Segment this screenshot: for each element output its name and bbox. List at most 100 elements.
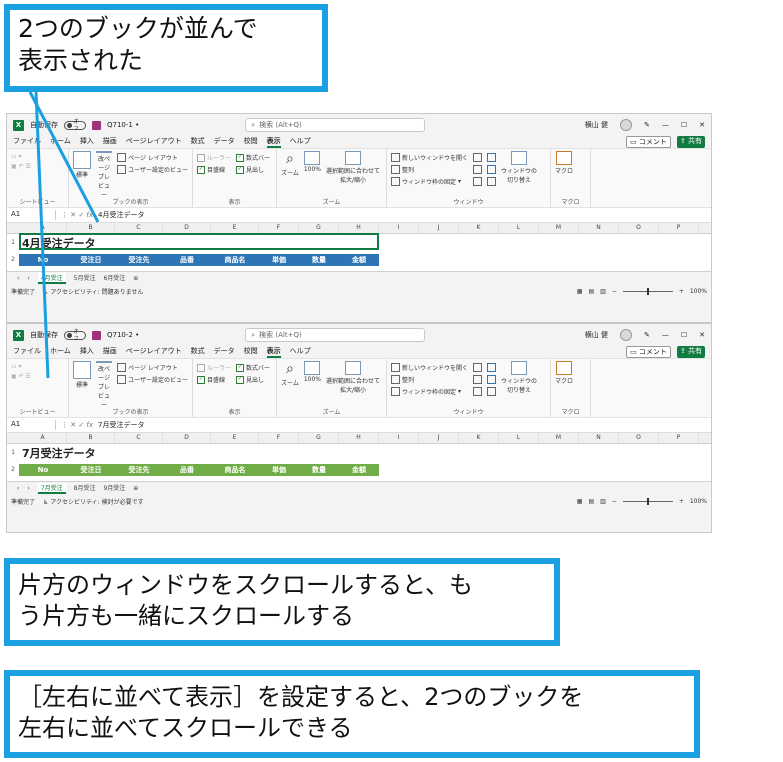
column-header[interactable]: D: [163, 433, 211, 443]
sheet-tab[interactable]: 5月受注: [74, 273, 96, 284]
normal-view-status-icon[interactable]: ▦: [577, 288, 583, 295]
menu-tab[interactable]: ファイル: [13, 346, 41, 358]
table-header-cell[interactable]: 数量: [299, 463, 339, 476]
menu-tab[interactable]: ページレイアウト: [126, 136, 182, 148]
column-header[interactable]: I: [379, 433, 419, 443]
menu-tab[interactable]: 描画: [103, 346, 117, 358]
pen-icon[interactable]: ✎: [644, 331, 650, 339]
zoom-100-button[interactable]: 100%: [304, 151, 321, 198]
comment-button[interactable]: ▭ コメント: [626, 346, 671, 358]
select-all-corner[interactable]: [7, 433, 19, 443]
column-header[interactable]: H: [339, 223, 379, 233]
maximize-icon[interactable]: ☐: [681, 331, 687, 339]
table-header-cell[interactable]: 受注日: [67, 463, 115, 476]
menu-tab[interactable]: 表示: [266, 346, 281, 358]
avatar[interactable]: [619, 329, 632, 341]
save-icon[interactable]: [92, 330, 101, 340]
tab-scroll-left-icon[interactable]: ‹: [17, 485, 19, 492]
sheetview-icons[interactable]: ▣ ↶ ☰: [11, 163, 31, 170]
worksheet-grid[interactable]: ABCDEFGHIJKLMNOP 1 4月受注データ 2 No 受注日 受注先 品番商…: [7, 223, 711, 271]
column-header[interactable]: M: [539, 433, 579, 443]
zoom-in-icon[interactable]: +: [679, 288, 684, 295]
normal-view-button[interactable]: 標準: [73, 151, 91, 198]
column-header[interactable]: M: [539, 223, 579, 233]
menu-tab[interactable]: 挿入: [80, 346, 94, 358]
close-icon[interactable]: ✕: [699, 121, 705, 129]
zoom-slider[interactable]: [622, 497, 673, 505]
zoom-slider-thumb[interactable]: [646, 497, 649, 505]
headings-checkbox[interactable]: ✓ 見出し: [236, 375, 270, 384]
zoom-slider[interactable]: [622, 287, 673, 295]
arrange-button[interactable]: 整列: [391, 165, 468, 174]
user-view-button[interactable]: ユーザー設定のビュー: [117, 375, 188, 384]
name-box[interactable]: A1: [11, 210, 56, 220]
autosave-toggle[interactable]: オフ: [64, 119, 86, 132]
table-header-cell[interactable]: 単価: [259, 253, 299, 266]
name-box[interactable]: A1: [11, 420, 56, 430]
column-header[interactable]: I: [379, 223, 419, 233]
column-header[interactable]: L: [499, 223, 539, 233]
formula-input[interactable]: 7月受注データ: [98, 420, 144, 430]
table-header-cell[interactable]: 品番: [163, 253, 211, 266]
sheetview-dropdown[interactable]: ▭ ▾: [11, 153, 31, 160]
menu-tab[interactable]: データ: [214, 136, 235, 148]
column-header[interactable]: N: [579, 433, 619, 443]
column-header[interactable]: B: [67, 433, 115, 443]
ruler-checkbox[interactable]: ルーラー: [197, 363, 231, 372]
menu-tab[interactable]: 挿入: [80, 136, 94, 148]
hide-button[interactable]: [473, 165, 483, 174]
table-header-cell[interactable]: No: [19, 253, 67, 266]
formulabar-checkbox[interactable]: ✓ 数式バー: [236, 363, 270, 372]
save-icon[interactable]: [92, 120, 101, 130]
column-header[interactable]: P: [659, 223, 699, 233]
search-box[interactable]: ⌕ 検索 (Alt+Q): [245, 328, 426, 342]
reset-position-button[interactable]: [487, 177, 497, 186]
column-header[interactable]: H: [339, 433, 379, 443]
ruler-checkbox[interactable]: ルーラー: [197, 153, 231, 162]
menu-tab[interactable]: ヘルプ: [290, 346, 311, 358]
split-button[interactable]: [473, 363, 483, 372]
freeze-panes-button[interactable]: ウィンドウ枠の固定 ▾: [391, 387, 468, 396]
side-by-side-button[interactable]: [487, 153, 497, 162]
table-header-cell[interactable]: 商品名: [211, 463, 259, 476]
close-icon[interactable]: ✕: [699, 331, 705, 339]
page-layout-button[interactable]: ページ レイアウト: [117, 153, 188, 162]
table-header-cell[interactable]: 品番: [163, 463, 211, 476]
add-sheet-icon[interactable]: ⊕: [133, 275, 138, 282]
worksheet-grid[interactable]: ABCDEFGHIJKLMNOP 1 7月受注データ 2 No 受注日 受注先 品番商…: [7, 433, 711, 481]
accessibility-status[interactable]: ♿ アクセシビリティ: 検討が必要です: [43, 497, 144, 506]
zoom-button[interactable]: ⌕ ズーム: [281, 151, 299, 198]
reset-position-button[interactable]: [487, 387, 497, 396]
unhide-button[interactable]: [473, 177, 483, 186]
unhide-button[interactable]: [473, 387, 483, 396]
pagebreak-status-icon[interactable]: ▥: [600, 288, 606, 295]
maximize-icon[interactable]: ☐: [681, 121, 687, 129]
column-header[interactable]: K: [459, 433, 499, 443]
select-all-corner[interactable]: [7, 223, 19, 233]
freeze-panes-button[interactable]: ウィンドウ枠の固定 ▾: [391, 177, 468, 186]
column-header[interactable]: L: [499, 433, 539, 443]
column-header[interactable]: K: [459, 223, 499, 233]
autosave-toggle[interactable]: オフ: [64, 329, 86, 342]
tab-scroll-right-icon[interactable]: ›: [27, 485, 29, 492]
menu-tab[interactable]: 校閲: [244, 136, 258, 148]
add-sheet-icon[interactable]: ⊕: [133, 485, 138, 492]
column-header[interactable]: F: [259, 223, 299, 233]
minimize-icon[interactable]: —: [662, 121, 669, 129]
sheetview-icons[interactable]: ▣ ↶ ☰: [11, 373, 31, 380]
file-name[interactable]: Q710-1 •: [107, 121, 139, 129]
sheet-tab[interactable]: 7月受注: [37, 482, 66, 494]
minimize-icon[interactable]: —: [662, 331, 669, 339]
sheet-tab[interactable]: 6月受注: [103, 273, 125, 284]
sheetview-dropdown[interactable]: ▭ ▾: [11, 363, 31, 370]
menu-tab[interactable]: 描画: [103, 136, 117, 148]
column-header[interactable]: D: [163, 223, 211, 233]
switch-window-button[interactable]: ウィンドウの 切り替え: [501, 361, 537, 408]
pagebreak-status-icon[interactable]: ▥: [600, 498, 606, 505]
new-window-button[interactable]: 新しいウィンドウを開く: [391, 363, 468, 372]
tab-scroll-right-icon[interactable]: ›: [27, 275, 29, 282]
column-header[interactable]: F: [259, 433, 299, 443]
column-header[interactable]: B: [67, 223, 115, 233]
sheet-tab[interactable]: 8月受注: [74, 483, 96, 494]
sync-scroll-button[interactable]: [487, 375, 497, 384]
